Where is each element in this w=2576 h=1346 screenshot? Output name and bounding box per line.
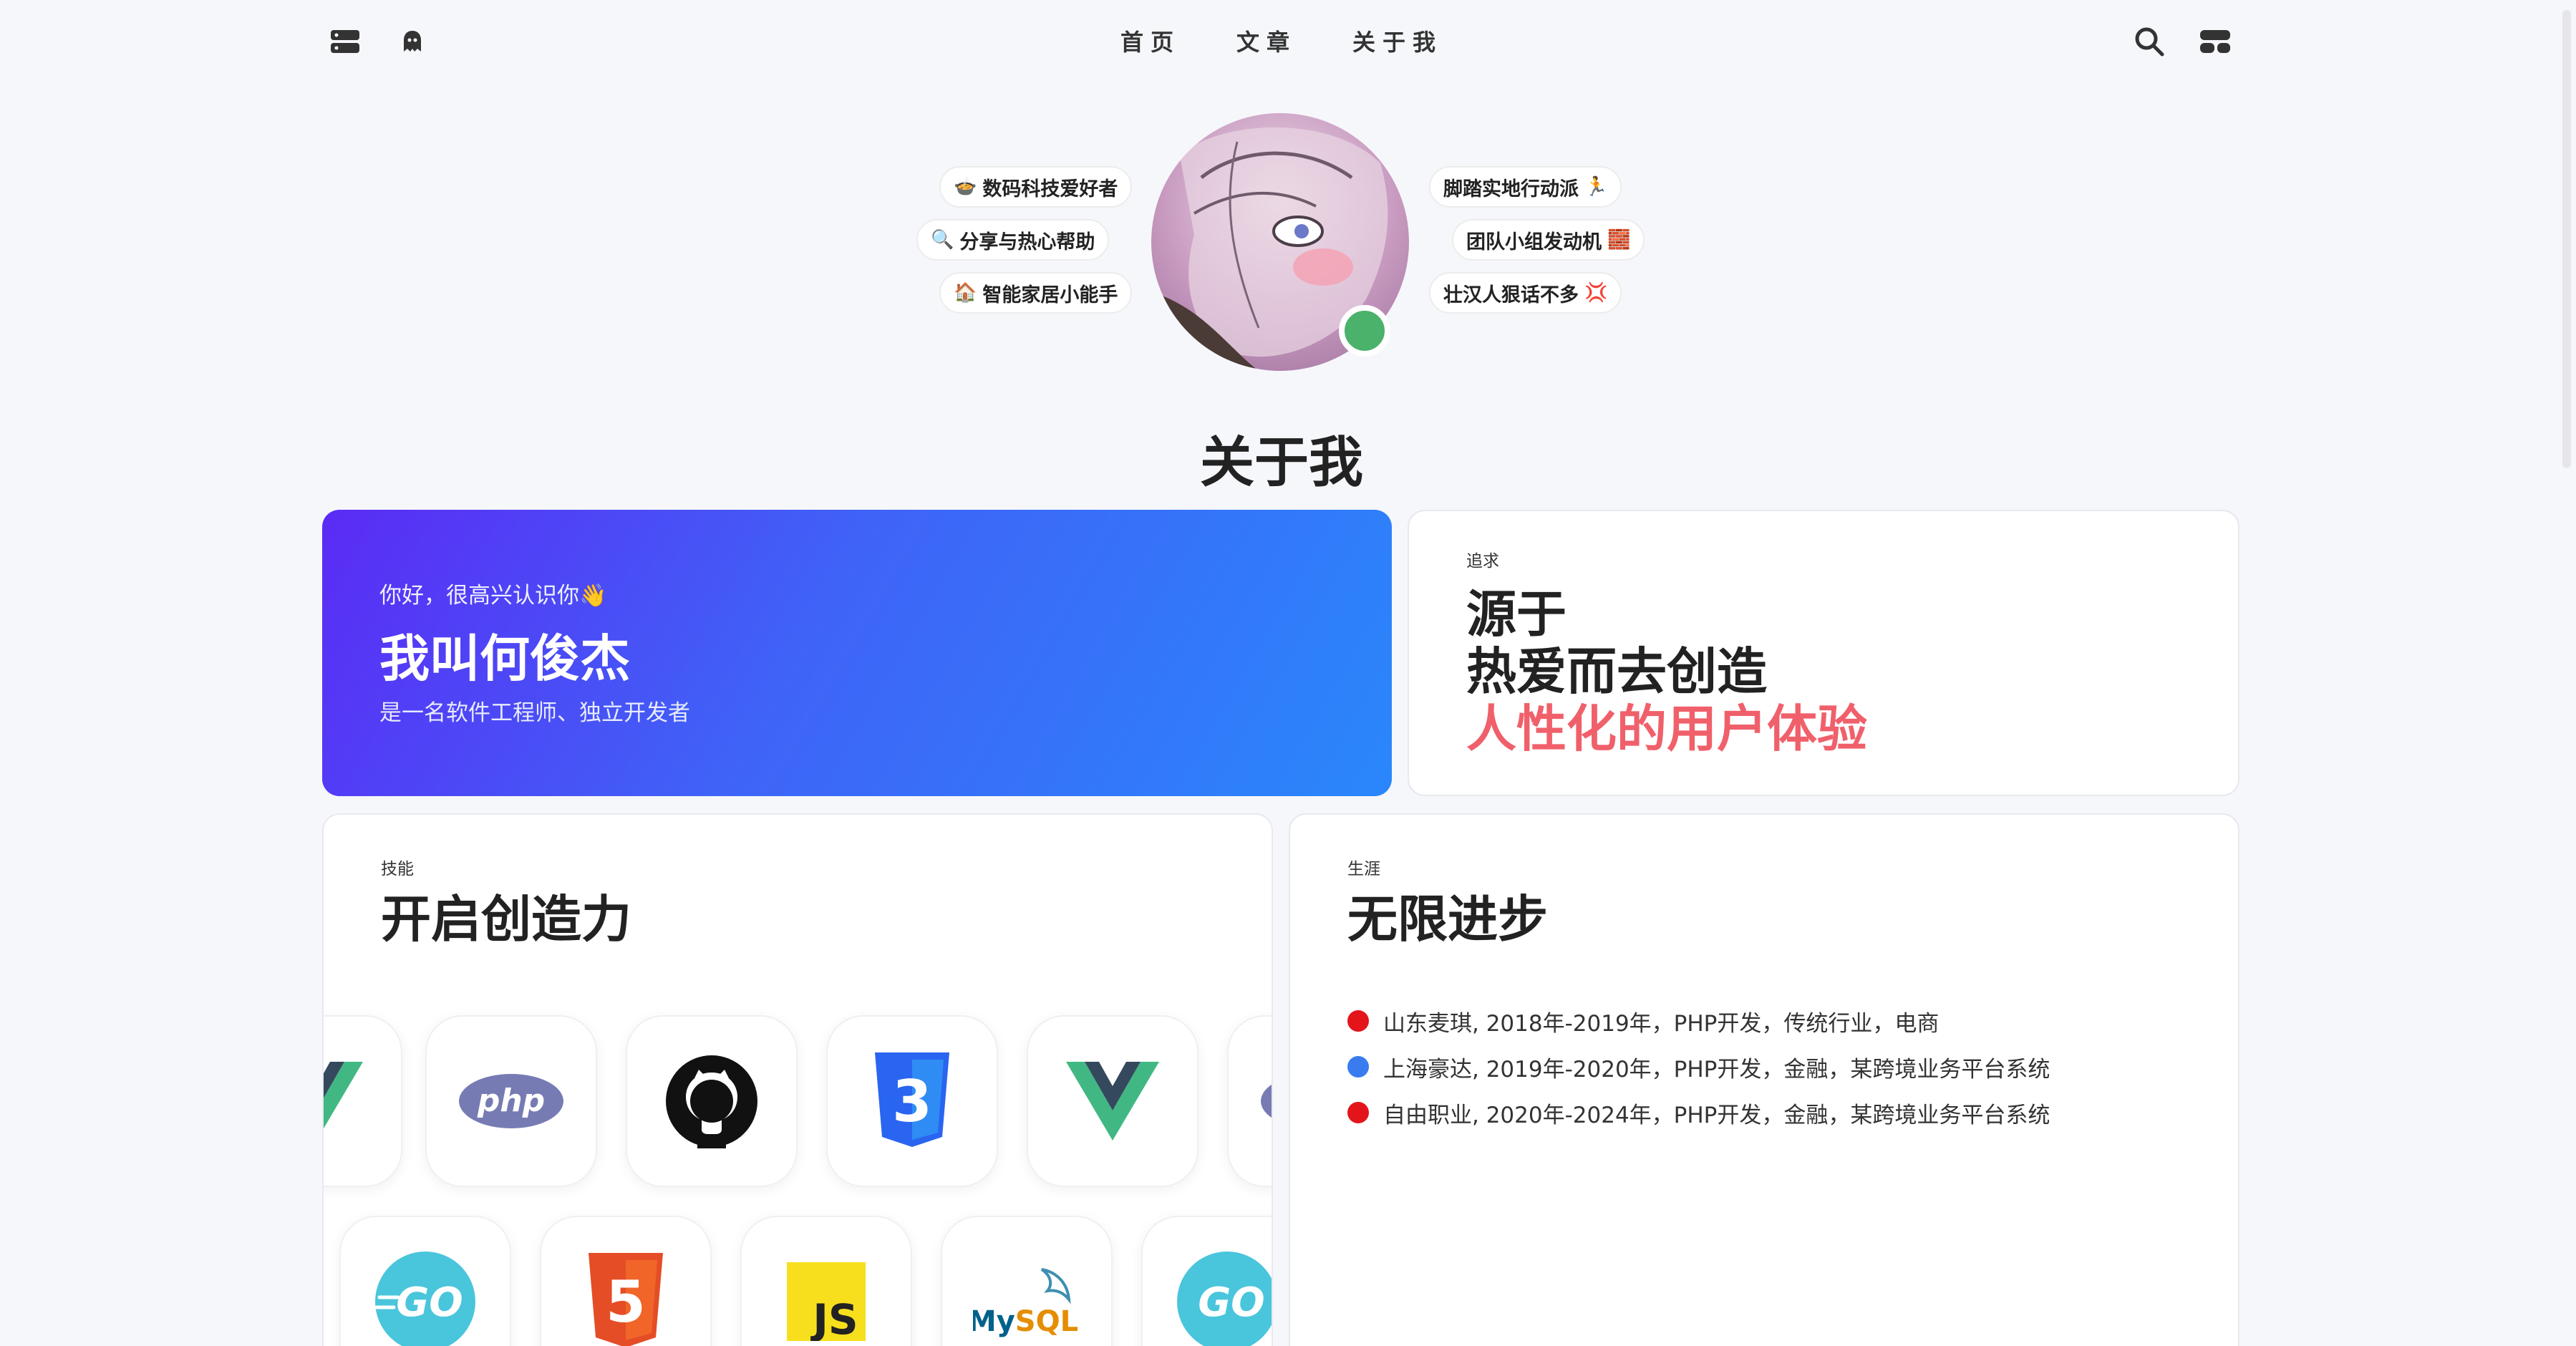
html5-icon: 5 bbox=[589, 1253, 663, 1346]
vertical-scrollbar[interactable] bbox=[2559, 0, 2576, 1346]
skills-card: 技能 开启创造力 php 3 GO 5 JS My bbox=[322, 813, 1273, 1346]
intro-name: 我叫何俊杰 bbox=[379, 629, 630, 688]
pursuit-line-1: 源于 bbox=[1466, 585, 1567, 644]
skill-php-partial bbox=[1227, 1015, 1272, 1187]
vue-icon bbox=[1066, 1062, 1159, 1141]
nav-link-about[interactable]: 关于我 bbox=[1352, 24, 1443, 57]
career-item: 自由职业, 2020年-2024年，PHP开发，金融，某跨境业务平台系统 bbox=[1347, 1090, 2050, 1136]
skill-go-2: GO bbox=[1141, 1216, 1272, 1346]
career-dot-blue bbox=[1347, 1056, 1369, 1078]
toggle-menu-icon[interactable] bbox=[2199, 26, 2231, 57]
career-card: 生涯 无限进步 山东麦琪, 2018年-2019年，PHP开发，传统行业，电商 … bbox=[1289, 813, 2240, 1346]
career-dot-red bbox=[1347, 1102, 1369, 1123]
career-dot-red bbox=[1347, 1010, 1369, 1032]
career-title: 无限进步 bbox=[1347, 890, 1548, 949]
tag-right-3: 壮汉人狠话不多 💢 bbox=[1429, 272, 1622, 314]
pursuit-label: 追求 bbox=[1466, 552, 1499, 571]
svg-text:MySQL: MySQL bbox=[973, 1305, 1078, 1338]
skill-github bbox=[626, 1015, 798, 1187]
skill-css3: 3 bbox=[826, 1015, 998, 1187]
svg-text:3: 3 bbox=[892, 1068, 932, 1135]
go-icon: GO bbox=[1177, 1251, 1272, 1346]
tag-emoji: 💢 bbox=[1584, 282, 1608, 304]
tag-label: 数码科技爱好者 bbox=[982, 178, 1118, 200]
scrollbar-thumb[interactable] bbox=[2562, 10, 2571, 468]
tag-emoji: 🍲 bbox=[954, 176, 977, 198]
svg-text:php: php bbox=[477, 1083, 545, 1119]
svg-text:GO: GO bbox=[396, 1279, 463, 1326]
pursuit-card: 追求 源于 热爱而去创造 人性化的用户体验 bbox=[1408, 510, 2240, 796]
online-status-badge bbox=[1339, 305, 1390, 357]
skill-vue-partial bbox=[324, 1015, 402, 1187]
career-text: 上海豪达, 2019年-2020年，PHP开发，金融，某跨境业务平台系统 bbox=[1383, 1056, 2050, 1083]
career-item: 山东麦琪, 2018年-2019年，PHP开发，传统行业，电商 bbox=[1347, 998, 2050, 1044]
mysql-icon: MySQL bbox=[973, 1268, 1078, 1338]
tag-right-2: 团队小组发动机 🧱 bbox=[1452, 219, 1645, 261]
tag-emoji: 🏃 bbox=[1584, 176, 1608, 198]
intro-card: 你好，很高兴认识你👋 我叫何俊杰 是一名软件工程师、独立开发者 bbox=[322, 510, 1392, 796]
career-item: 上海豪达, 2019年-2020年，PHP开发，金融，某跨境业务平台系统 bbox=[1347, 1044, 2050, 1090]
intro-greeting: 你好，很高兴认识你👋 bbox=[379, 583, 607, 609]
github-icon bbox=[666, 1055, 757, 1148]
skill-mysql: MySQL bbox=[941, 1216, 1113, 1346]
avatar bbox=[1151, 113, 1409, 371]
pursuit-line-3: 人性化的用户体验 bbox=[1466, 699, 1867, 758]
skill-javascript: JS bbox=[740, 1216, 912, 1346]
about-page: 首页 文章 关于我 🍲 数码科技爱好者 🔍 分享与热心帮助 🏠 智能家居小能手 … bbox=[0, 0, 2576, 1346]
skill-go: GO bbox=[339, 1216, 511, 1346]
tag-emoji: 🏠 bbox=[954, 282, 977, 304]
top-nav: 首页 文章 关于我 bbox=[0, 0, 2576, 86]
skills-title: 开启创造力 bbox=[381, 890, 631, 949]
tag-left-1: 🍲 数码科技爱好者 bbox=[939, 166, 1133, 208]
svg-text:JS: JS bbox=[810, 1295, 858, 1341]
nav-link-home[interactable]: 首页 bbox=[1120, 24, 1181, 57]
career-list: 山东麦琪, 2018年-2019年，PHP开发，传统行业，电商 上海豪达, 20… bbox=[1347, 998, 2050, 1136]
skill-php: php bbox=[425, 1015, 597, 1187]
css3-icon: 3 bbox=[875, 1052, 949, 1147]
career-text: 山东麦琪, 2018年-2019年，PHP开发，传统行业，电商 bbox=[1383, 1010, 1940, 1037]
tag-right-1: 脚踏实地行动派 🏃 bbox=[1429, 166, 1622, 208]
php-icon: php bbox=[459, 1074, 563, 1128]
tag-label: 智能家居小能手 bbox=[982, 284, 1118, 306]
search-icon[interactable] bbox=[2134, 26, 2165, 57]
skills-label: 技能 bbox=[381, 860, 414, 878]
tag-emoji: 🔍 bbox=[931, 229, 954, 251]
nav-links: 首页 文章 关于我 bbox=[0, 24, 2563, 57]
tag-label: 分享与热心帮助 bbox=[959, 231, 1095, 253]
skill-vue bbox=[1027, 1015, 1199, 1187]
career-text: 自由职业, 2020年-2024年，PHP开发，金融，某跨境业务平台系统 bbox=[1383, 1102, 2050, 1128]
intro-description: 是一名软件工程师、独立开发者 bbox=[379, 700, 690, 726]
tag-label: 脚踏实地行动派 bbox=[1443, 178, 1579, 200]
go-icon: GO bbox=[374, 1251, 475, 1346]
svg-text:GO: GO bbox=[1198, 1279, 1265, 1326]
tag-label: 壮汉人狠话不多 bbox=[1443, 284, 1579, 306]
php-icon bbox=[1261, 1084, 1272, 1118]
page-title: 关于我 bbox=[1200, 430, 1363, 494]
js-icon: JS bbox=[787, 1262, 866, 1341]
nav-link-articles[interactable]: 文章 bbox=[1236, 24, 1297, 57]
vue-icon bbox=[324, 1062, 363, 1129]
svg-text:5: 5 bbox=[606, 1269, 646, 1335]
tag-left-3: 🏠 智能家居小能手 bbox=[939, 272, 1133, 314]
skill-html5: 5 bbox=[540, 1216, 712, 1346]
tag-left-2: 🔍 分享与热心帮助 bbox=[916, 219, 1110, 261]
career-label: 生涯 bbox=[1347, 860, 1380, 878]
tag-emoji: 🧱 bbox=[1607, 229, 1631, 251]
tag-label: 团队小组发动机 bbox=[1466, 231, 1602, 253]
pursuit-line-2: 热爱而去创造 bbox=[1466, 642, 1767, 701]
